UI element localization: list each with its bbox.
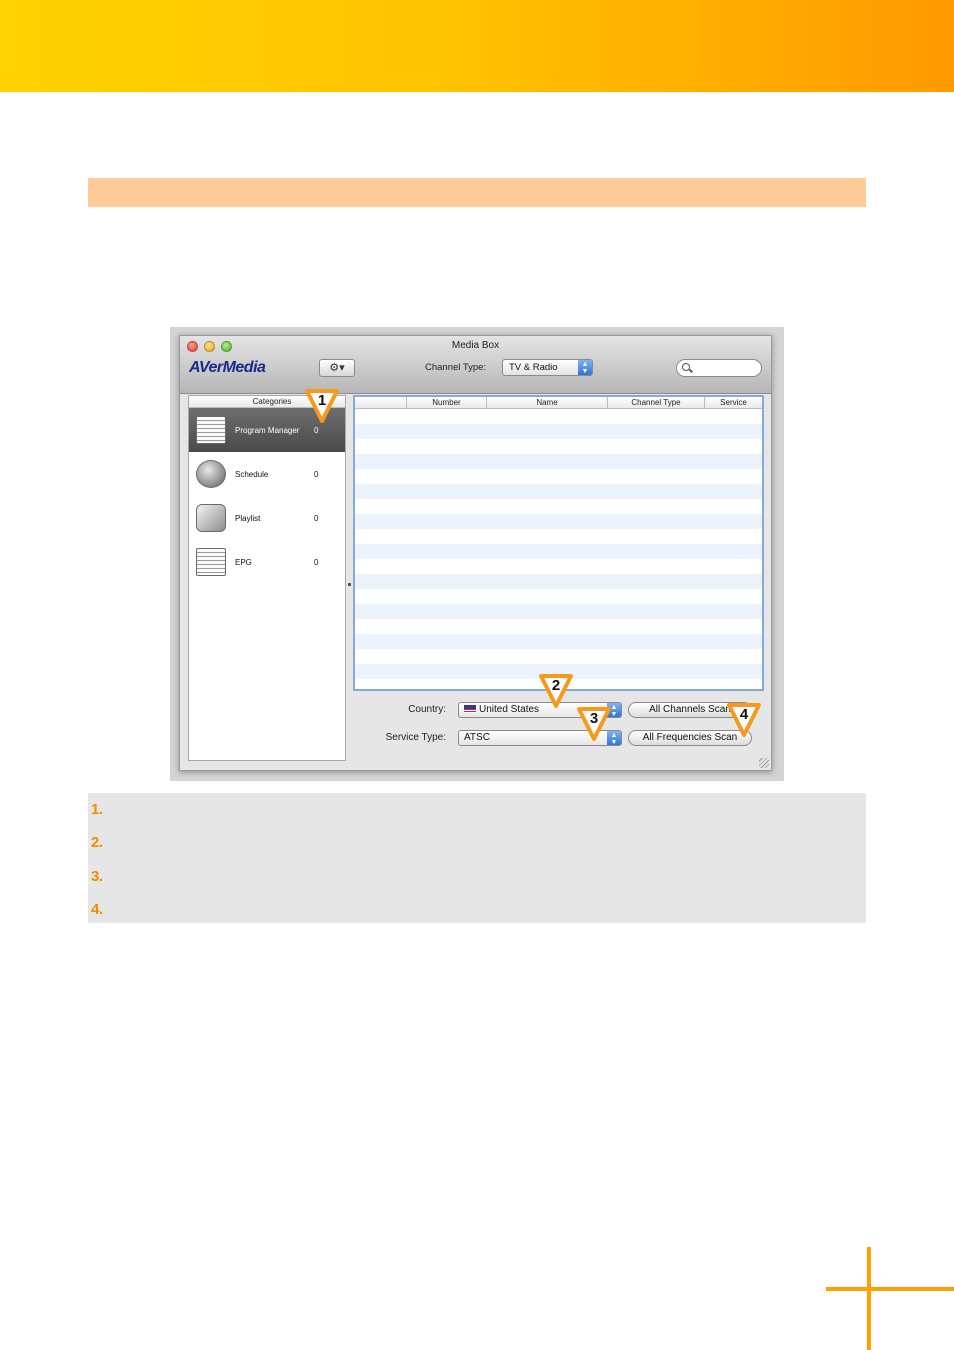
window-toolbar: Media Box AVerMedia ⚙▾ Channel Type: TV … [180, 336, 771, 394]
legend-number-2: 2. [91, 834, 103, 851]
channel-type-label: Channel Type: [425, 362, 487, 373]
sidebar-item-label: Schedule [235, 470, 269, 479]
sidebar-item-label: Program Manager [235, 426, 300, 435]
playlist-icon [196, 504, 226, 532]
program-manager-icon [196, 416, 226, 444]
schedule-icon [196, 460, 226, 488]
legend-number-3: 3. [91, 868, 103, 885]
sidebar-item-label: EPG [235, 558, 252, 567]
splitter-handle[interactable] [348, 583, 351, 586]
top-banner [0, 0, 954, 92]
callout-3: 3 [577, 707, 611, 741]
country-value: United States [479, 704, 540, 715]
sidebar-item-count: 0 [314, 426, 319, 435]
channel-table: Number Name Channel Type Service [353, 395, 764, 691]
column-header-number[interactable]: Number [406, 397, 486, 409]
categories-sidebar: Categories Program Manager 0 Schedule 0 … [188, 395, 346, 761]
column-header-service[interactable]: Service [704, 397, 762, 409]
sidebar-item-count: 0 [314, 558, 319, 567]
callout-number: 1 [317, 392, 327, 409]
channel-type-select[interactable]: TV & Radio ▲ ▼ [502, 359, 593, 376]
channel-table-body [355, 409, 762, 689]
channel-type-value: TV & Radio [509, 362, 558, 373]
legend-box: 1. 2. 3. 4. [88, 793, 866, 923]
callout-number: 3 [589, 710, 599, 727]
search-icon [682, 363, 690, 371]
callout-number: 4 [739, 706, 749, 723]
callout-number: 2 [551, 677, 561, 694]
legend-number-1: 1. [91, 801, 103, 818]
avermedia-logo: AVerMedia [189, 359, 266, 376]
column-header-blank[interactable] [355, 397, 406, 409]
service-type-value: ATSC [464, 732, 490, 743]
channel-table-header: Number Name Channel Type Service [355, 397, 762, 409]
callout-1: 1 [305, 389, 339, 423]
corner-mark-vertical [867, 1247, 871, 1350]
resize-grip-icon[interactable] [759, 758, 769, 768]
gear-menu-button[interactable]: ⚙▾ [319, 359, 355, 377]
sidebar-item-count: 0 [314, 514, 319, 523]
corner-mark-horizontal [826, 1287, 954, 1291]
sidebar-item-playlist[interactable]: Playlist 0 [189, 496, 345, 540]
window-title: Media Box [451, 340, 500, 351]
section-header-bar [88, 178, 866, 207]
callout-4: 4 [727, 703, 761, 737]
media-box-screenshot: Media Box AVerMedia ⚙▾ Channel Type: TV … [170, 327, 784, 781]
sidebar-item-schedule[interactable]: Schedule 0 [189, 452, 345, 496]
search-input[interactable] [676, 359, 762, 377]
legend-number-4: 4. [91, 901, 103, 918]
sidebar-item-count: 0 [314, 470, 319, 479]
country-label: Country: [408, 704, 446, 715]
us-flag-icon [464, 705, 476, 713]
sidebar-item-epg[interactable]: EPG 0 [189, 540, 345, 584]
sidebar-item-label: Playlist [235, 514, 261, 523]
gear-icon: ⚙▾ [329, 362, 345, 374]
media-box-window: Media Box AVerMedia ⚙▾ Channel Type: TV … [179, 335, 772, 771]
chevron-updown-icon: ▲ ▼ [578, 360, 592, 375]
column-header-name[interactable]: Name [486, 397, 607, 409]
callout-2: 2 [539, 674, 573, 708]
column-header-channel-type[interactable]: Channel Type [607, 397, 704, 409]
epg-icon [196, 548, 226, 576]
service-type-label: Service Type: [385, 732, 446, 743]
